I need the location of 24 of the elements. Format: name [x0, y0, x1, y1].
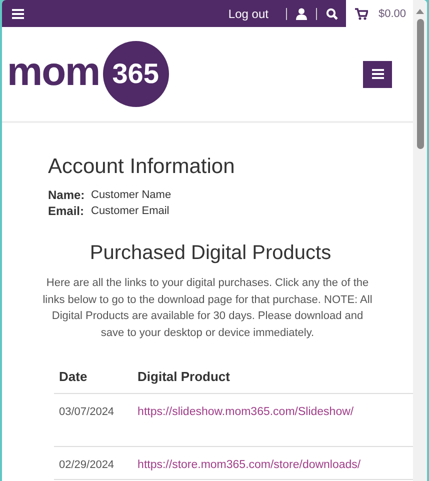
logout-link[interactable]: Log out: [228, 6, 268, 20]
scrollbar[interactable]: [413, 0, 427, 481]
field-label: Email:: [48, 204, 86, 218]
product-link[interactable]: https://slideshow.mom365.com/Slideshow/: [138, 406, 354, 418]
logo[interactable]: mom 365: [7, 41, 169, 107]
user-icon[interactable]: [296, 8, 308, 20]
column-header: Date: [54, 361, 133, 394]
cart-button[interactable]: $0.00: [346, 0, 413, 27]
menu-button[interactable]: [363, 60, 392, 88]
cart-icon[interactable]: [355, 8, 368, 20]
field-value: Customer Name: [91, 189, 172, 201]
field-value: Customer Email: [91, 205, 170, 217]
menu-icon: [372, 69, 384, 79]
section-heading: Purchased Digital Products: [88, 242, 332, 265]
search-icon[interactable]: [326, 8, 338, 20]
menu-icon[interactable]: [12, 8, 24, 18]
field-label: Name:: [48, 188, 86, 202]
scrollbar-thumb[interactable]: [416, 19, 424, 149]
table-cell: 03/07/2024: [54, 394, 133, 446]
section-heading: Account Information: [48, 155, 236, 179]
product-link[interactable]: https://store.mom365.com/store/downloads/: [138, 459, 361, 471]
table-cell: 02/29/2024: [54, 446, 133, 480]
intro-text: Here are all the links to your digital purchases. Click any the of the links below to go to the download page for that purchase. NOTE: All Digital Products are available for 30 days. Please download and save to your desktop or device immediately.: [42, 276, 374, 340]
scroll-up-icon[interactable]: [416, 9, 424, 14]
